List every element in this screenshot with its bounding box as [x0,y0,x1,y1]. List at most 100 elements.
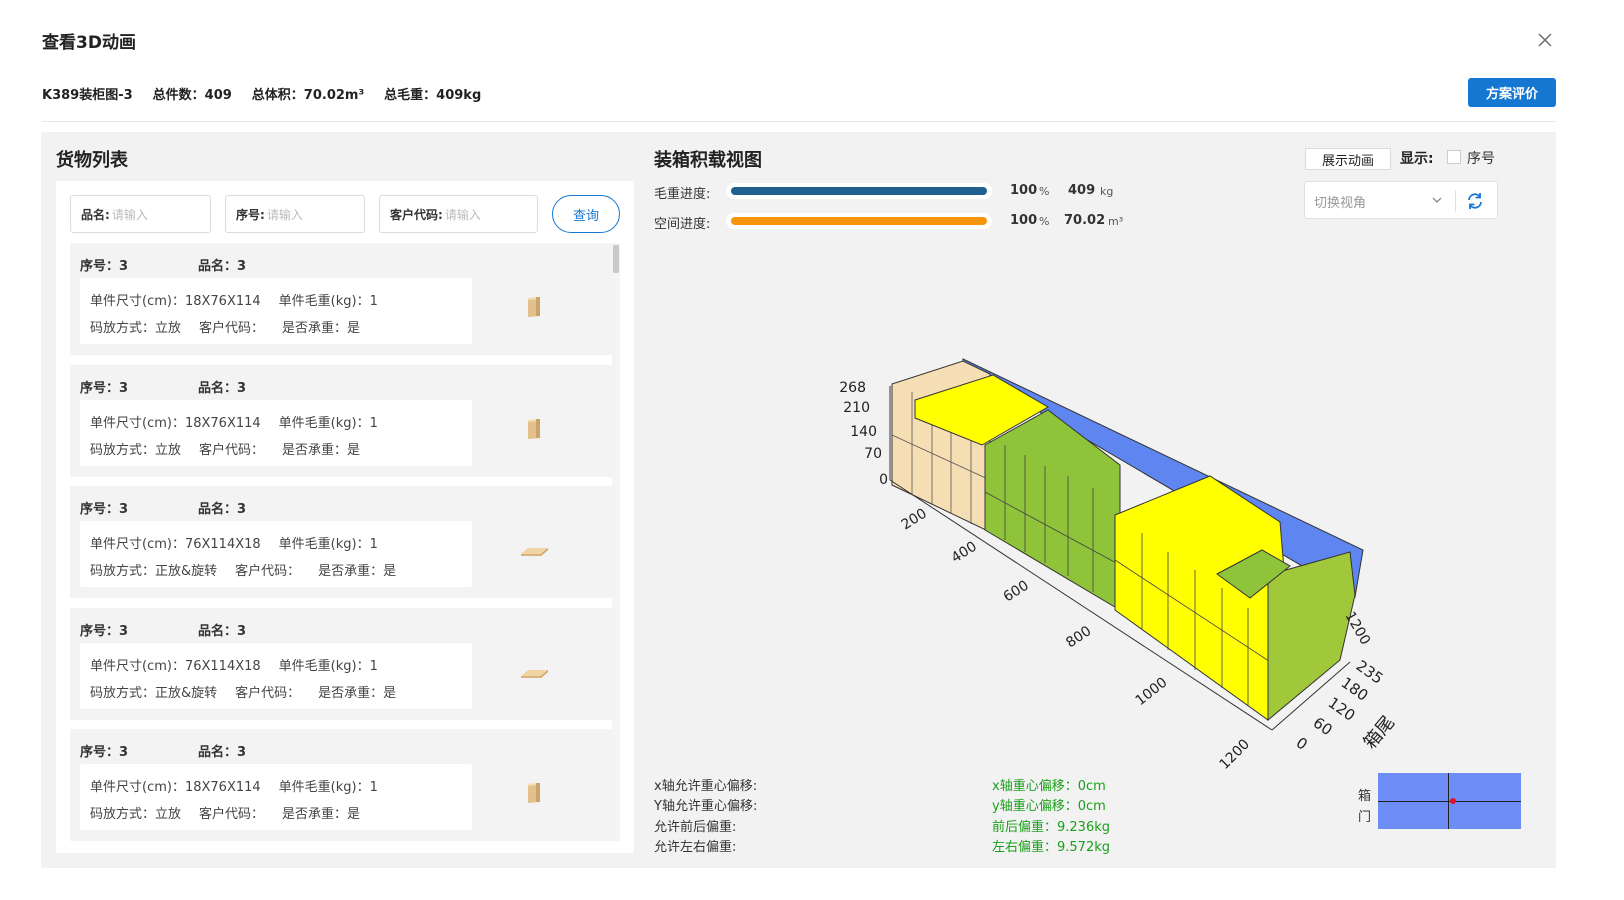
weight-progress-label: 毛重进度: [654,187,711,202]
side-offset-value: 左右偏重：9.572kg [992,840,1110,855]
item-details: 单件尺寸(cm)：18X76X114 单件毛重(kg)：1 码放方式：立放 客户代码… [80,400,472,466]
width-tick: 0 [1293,734,1311,754]
front-offset-value: 前后偏重：9.236kg [992,820,1110,835]
item-mode: 码放方式：立放 [90,443,182,458]
item-seq: 序号：3 [80,502,129,517]
item-customer: 客户代码： [199,321,265,336]
cog-marker [1450,798,1456,804]
cargo-block-yellow [1114,475,1291,721]
item-details: 单件尺寸(cm)：18X76X114 单件毛重(kg)：1 码放方式：立放 客户代码… [80,278,472,344]
length-tick: 1000 [1133,675,1171,710]
item-bearing: 是否承重：是 [318,686,397,701]
item-weight: 单件毛重(kg)：1 [278,416,378,431]
view-angle-placeholder: 切换视角 [1314,196,1367,211]
item-bearing: 是否承重：是 [318,564,397,579]
weight-progress-bar [726,183,992,199]
width-tick: 60 [1310,714,1336,740]
seq-filter-label: 序号: [236,207,265,222]
seq-checkbox[interactable] [1447,150,1461,164]
height-ticks: 268 210 140 70 0 [839,380,888,488]
customer-code-filter-label: 客户代码: [390,207,443,222]
seq-filter-input[interactable]: 序号: 请输入 [225,195,365,233]
customer-code-filter-input[interactable]: 客户代码: 请输入 [379,195,538,233]
item-mode: 码放方式：正放&旋转 [90,564,218,579]
space-progress-bar [726,213,992,229]
seq-checkbox-label: 序号 [1467,151,1495,167]
center-of-gravity-map [1378,773,1521,829]
cargo-block-end [1267,551,1356,722]
list-item[interactable]: 序号：3 品名：3 单件尺寸(cm)：76X114X18 单件毛重(kg)：1 码… [70,486,612,598]
item-bearing: 是否承重：是 [282,321,361,336]
select-separator [1455,190,1456,212]
door-label-top: 箱 [1358,789,1372,804]
length-tick: 1200 [1217,736,1254,770]
item-name: 品名：3 [198,259,247,274]
evaluate-button[interactable]: 方案评价 [1468,78,1556,107]
item-seq: 序号：3 [80,381,129,396]
item-customer: 客户代码： [235,564,301,579]
item-weight: 单件毛重(kg)：1 [278,294,378,309]
cargo-list[interactable]: 序号：3 品名：3 单件尺寸(cm)：18X76X114 单件毛重(kg)：1 码… [70,243,612,841]
y-offset-value: y轴重心偏移：0cm [992,799,1106,814]
container-3d-dialog: 查看3D动画 K389装柜图-3 总件数：409 总体积：70.02m³ 总毛重… [0,0,1624,900]
name-filter-input[interactable]: 品名: 请输入 [70,195,211,233]
item-size: 单件尺寸(cm)：76X114X18 [90,659,261,674]
flat-box-icon [521,670,548,678]
customer-code-filter-placeholder: 请输入 [444,207,481,222]
refresh-icon[interactable] [1465,191,1485,211]
item-weight: 单件毛重(kg)：1 [278,780,378,795]
chevron-down-icon [1432,197,1442,203]
x-offset-value: x轴重心偏移：0cm [992,779,1106,794]
item-mode: 码放方式：立放 [90,807,182,822]
length-tick: 800 [1063,623,1094,651]
item-name: 品名：3 [198,502,247,517]
space-progress-label: 空间进度: [654,217,711,232]
item-bearing: 是否承重：是 [282,443,361,458]
query-button[interactable]: 查询 [552,195,620,233]
cargo-list-title: 货物列表 [56,150,128,171]
name-filter-label: 品名: [81,207,110,222]
list-item[interactable]: 序号：3 品名：3 单件尺寸(cm)：18X76X114 单件毛重(kg)：1 码… [70,365,612,477]
item-mode: 码放方式：正放&旋转 [90,686,218,701]
item-bearing: 是否承重：是 [282,807,361,822]
item-customer: 客户代码： [199,443,265,458]
list-item[interactable]: 序号：3 品名：3 单件尺寸(cm)：18X76X114 单件毛重(kg)：1 码… [70,243,612,355]
item-name: 品名：3 [198,381,247,396]
height-tick: 140 [850,424,877,440]
item-customer: 客户代码： [235,686,301,701]
view-angle-select[interactable]: 切换视角 [1304,181,1498,219]
list-scrollbar[interactable] [612,243,620,841]
rear-axis-label: 箱尾 [1360,712,1399,753]
upright-box-icon [528,419,540,439]
show-animation-button[interactable]: 展示动画 [1305,148,1391,170]
display-label: 显示: [1400,151,1434,167]
list-item[interactable]: 序号：3 品名：3 单件尺寸(cm)：18X76X114 单件毛重(kg)：1 码… [70,729,612,841]
weight-progress-percent-unit: % [1039,185,1050,198]
height-tick: 70 [864,446,882,462]
height-tick: 268 [839,380,866,396]
space-progress-unit: m³ [1108,215,1124,228]
side-allowed-label: 允许左右偏重: [654,840,737,855]
y-allowed-offset-label: Y轴允许重心偏移: [654,799,758,814]
item-seq: 序号：3 [80,624,129,639]
close-icon[interactable] [1536,31,1554,49]
weight-progress-unit: kg [1100,185,1114,198]
load-view-title: 装箱积载视图 [654,150,762,171]
item-seq: 序号：3 [80,745,129,760]
item-mode: 码放方式：立放 [90,321,182,336]
space-progress-percent-unit: % [1039,215,1050,228]
weight-progress-value: 409 [1068,183,1096,198]
list-item[interactable]: 序号：3 品名：3 单件尺寸(cm)：76X114X18 单件毛重(kg)：1 码… [70,608,612,720]
list-scroll-thumb[interactable] [613,245,619,273]
item-weight: 单件毛重(kg)：1 [278,659,378,674]
front-allowed-label: 允许前后偏重: [654,820,737,835]
header-divider [42,121,1556,122]
item-weight: 单件毛重(kg)：1 [278,537,378,552]
item-seq: 序号：3 [80,259,129,274]
container-3d-view[interactable]: 268 210 140 70 0 200 400 600 800 1000 12… [650,240,1420,770]
item-size: 单件尺寸(cm)：76X114X18 [90,537,261,552]
item-details: 单件尺寸(cm)：18X76X114 单件毛重(kg)：1 码放方式：立放 客户代码… [80,764,472,830]
dialog-title: 查看3D动画 [42,33,136,53]
item-size: 单件尺寸(cm)：18X76X114 [90,780,261,795]
height-tick: 0 [879,472,888,488]
